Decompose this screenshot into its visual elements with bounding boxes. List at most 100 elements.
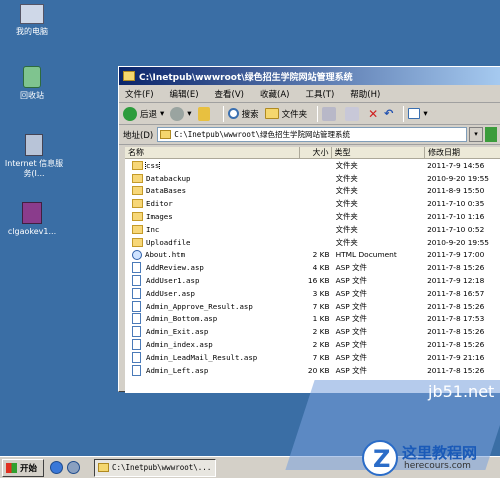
desktop-icon-archive[interactable]: clgaokev1... <box>2 202 62 237</box>
search-button[interactable]: 搜索 <box>227 108 259 120</box>
file-name-cell: Admin_LeadMail_Result.asp <box>125 351 300 363</box>
window-titlebar[interactable]: C:\Inetpub\wwwroot\绿色招生学院网站管理系统 <box>119 67 500 85</box>
file-row[interactable]: Uploadfile 文件夹 2010-9-20 19:55 <box>125 236 500 249</box>
show-desktop-icon[interactable] <box>67 461 80 474</box>
delete-icon: ✕ <box>368 106 379 121</box>
menu-favorites[interactable]: 收藏(A) <box>260 88 289 100</box>
file-row[interactable]: AddReview.asp 4 KB ASP 文件 2011-7-8 15:26 <box>125 261 500 274</box>
watermark-site-url: herecours.com <box>404 461 471 471</box>
file-name: Editor <box>146 199 173 209</box>
menu-help[interactable]: 帮助(H) <box>350 88 380 100</box>
file-row[interactable]: css 文件夹 2011-7-9 14:56 <box>125 159 500 172</box>
file-name-cell: Admin_index.asp <box>125 339 300 351</box>
file-name: AddReview.asp <box>146 263 204 273</box>
desktop-icon-my-computer[interactable]: 我的电脑 <box>2 4 62 37</box>
toolbar-separator <box>317 105 319 122</box>
file-row[interactable]: Images 文件夹 2011-7-10 1:16 <box>125 210 500 223</box>
desktop-icon-recycle-bin[interactable]: 回收站 <box>2 66 62 101</box>
start-button[interactable]: 开始 <box>2 458 44 477</box>
chevron-down-icon[interactable]: ▾ <box>160 109 164 119</box>
file-size: 3 KB <box>312 288 330 298</box>
file-date: 2011-7-8 15:26 <box>427 301 485 311</box>
menu-view[interactable]: 查看(V) <box>215 88 244 100</box>
desktop-icon-label: Internet 信息服务(I... <box>4 159 64 178</box>
file-row[interactable]: AddUser1.asp 16 KB ASP 文件 2011-7-9 12:18 <box>125 274 500 287</box>
file-row[interactable]: AddUser.asp 3 KB ASP 文件 2011-7-8 16:57 <box>125 287 500 300</box>
undo-icon: ↶ <box>384 107 394 120</box>
file-date: 2011-8-9 15:50 <box>427 186 485 196</box>
file-name: AddUser.asp <box>146 288 195 298</box>
delete-button[interactable]: ✕ <box>368 107 378 121</box>
file-date: 2011-7-8 16:57 <box>427 288 485 298</box>
column-header-name[interactable]: 名称 <box>125 147 301 158</box>
forward-button[interactable]: ▾ <box>170 106 192 121</box>
start-label: 开始 <box>20 463 38 474</box>
forward-arrow-icon <box>170 106 185 121</box>
folders-button[interactable]: 文件夹 <box>264 108 307 120</box>
file-size: 1 KB <box>312 314 330 324</box>
file-size: 16 KB <box>307 276 330 286</box>
file-type: ASP 文件 <box>335 365 367 375</box>
file-name-cell: Inc <box>125 224 300 234</box>
undo-button[interactable]: ↶ <box>384 107 393 120</box>
folder-icon <box>132 212 143 222</box>
file-rows: css 文件夹 2011-7-9 14:56 Databackup 文件夹 2010-9-… <box>125 159 500 377</box>
folder-icon <box>98 463 109 472</box>
copy-to-button[interactable] <box>345 106 362 121</box>
column-header-type[interactable]: 类型 <box>332 147 426 158</box>
chevron-down-icon[interactable]: ▾ <box>187 109 191 119</box>
move-to-button[interactable] <box>322 106 339 121</box>
file-name: DataBases <box>146 186 187 196</box>
file-name: Images <box>146 212 173 222</box>
file-row[interactable]: Admin_Exit.asp 2 KB ASP 文件 2011-7-8 15:26 <box>125 325 500 338</box>
views-icon <box>408 108 421 119</box>
file-row[interactable]: Inc 文件夹 2011-7-10 0:52 <box>125 223 500 236</box>
desktop-icon-label: 我的电脑 <box>16 27 48 36</box>
file-row[interactable]: Admin_Left.asp 20 KB ASP 文件 2011-7-8 15:26 <box>125 364 500 377</box>
file-row[interactable]: Editor 文件夹 2011-7-10 0:35 <box>125 197 500 210</box>
quick-launch <box>50 461 84 474</box>
file-date: 2011-7-10 1:16 <box>427 212 485 222</box>
menu-tools[interactable]: 工具(T) <box>305 88 334 100</box>
file-row[interactable]: Admin_Approve_Result.asp 7 KB ASP 文件 2011-7… <box>125 300 500 313</box>
file-row[interactable]: Databackup 文件夹 2010-9-20 19:55 <box>125 172 500 185</box>
file-type: 文件夹 <box>335 199 358 209</box>
file-type: 文件夹 <box>335 212 358 222</box>
up-arrow-icon <box>197 106 210 121</box>
menu-edit[interactable]: 编辑(E) <box>170 88 199 100</box>
up-folder-button[interactable] <box>197 106 213 121</box>
address-input[interactable]: C:\Inetpub\wwwroot\绿色招生学院网站管理系统 <box>157 127 467 142</box>
menu-file[interactable]: 文件(F) <box>125 88 154 100</box>
file-row[interactable]: Admin_Bottom.asp 1 KB ASP 文件 2011-7-8 17:53 <box>125 313 500 326</box>
go-button[interactable] <box>485 127 497 142</box>
file-row[interactable]: DataBases 文件夹 2011-8-9 15:50 <box>125 185 500 198</box>
file-type: HTML Document <box>335 250 397 260</box>
asp-file-icon <box>132 326 141 338</box>
views-button[interactable]: ▾ <box>408 108 428 119</box>
file-date: 2011-7-8 17:53 <box>427 314 485 324</box>
toolbar: 后退 ▾ ▾ 搜索 文件夹 ✕ ↶ ▾ <box>119 103 500 125</box>
address-dropdown-button[interactable]: ▾ <box>469 127 483 142</box>
file-row[interactable]: Admin_index.asp 2 KB ASP 文件 2011-7-8 15:26 <box>125 338 500 351</box>
file-date: 2010-9-20 19:55 <box>427 173 489 183</box>
desktop-icon-label: 回收站 <box>20 91 44 100</box>
archive-icon <box>22 202 42 224</box>
folder-icon <box>132 160 143 170</box>
folder-icon <box>132 186 143 196</box>
chevron-down-icon[interactable]: ▾ <box>423 109 427 119</box>
file-row[interactable]: Admin_LeadMail_Result.asp 7 KB ASP 文件 2011-… <box>125 351 500 364</box>
internet-explorer-icon[interactable] <box>50 461 63 474</box>
column-header-size[interactable]: 大小 <box>300 147 332 158</box>
desktop-icon-iis[interactable]: Internet 信息服务(I... <box>2 134 66 179</box>
file-date: 2011-7-10 0:35 <box>427 199 485 209</box>
search-icon <box>227 108 239 119</box>
watermark-jb: jb51.net <box>428 382 495 401</box>
asp-file-icon <box>132 351 141 363</box>
file-name-cell: Editor <box>125 199 300 209</box>
column-header-date[interactable]: 修改日期 <box>425 147 500 158</box>
file-size: 2 KB <box>312 327 330 337</box>
taskbar-window-button[interactable]: C:\Inetpub\wwwroot\... <box>94 458 216 477</box>
file-row[interactable]: About.htm 2 KB HTML Document 2011-7-9 17:00 <box>125 249 500 262</box>
back-button[interactable]: 后退 ▾ <box>123 106 164 121</box>
taskbar-window-label: C:\Inetpub\wwwroot\... <box>112 463 212 472</box>
